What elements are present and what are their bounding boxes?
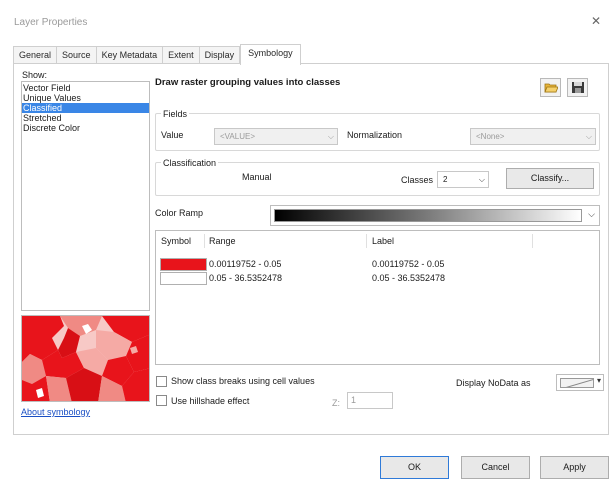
show-item-stretched[interactable]: Stretched: [22, 113, 149, 123]
nodata-color-swatch: [560, 378, 594, 388]
show-class-breaks-checkbox[interactable]: [156, 376, 167, 387]
apply-button[interactable]: Apply: [540, 456, 609, 479]
class-label: 0.05 - 36.5352478: [372, 273, 446, 283]
tab-key-metadata[interactable]: Key Metadata: [96, 46, 164, 64]
column-divider: [366, 234, 367, 248]
hillshade-label: Use hillshade effect: [171, 396, 250, 406]
open-layer-file-button[interactable]: [540, 78, 561, 97]
about-symbology-link[interactable]: About symbology: [21, 407, 90, 417]
color-ramp-label: Color Ramp: [155, 208, 204, 218]
close-icon[interactable]: ✕: [591, 14, 601, 28]
class-row[interactable]: 0.05 - 36.5352478 0.05 - 36.5352478: [160, 272, 590, 285]
column-divider: [532, 234, 533, 248]
show-label: Show:: [22, 70, 48, 80]
color-ramp-select[interactable]: ⌵: [270, 205, 600, 226]
show-item-discrete-color[interactable]: Discrete Color: [22, 123, 149, 133]
class-table: Symbol Range Label 0.00119752 - 0.05 0.0…: [155, 230, 600, 365]
show-item-unique-values[interactable]: Unique Values: [22, 93, 149, 103]
range-column-header[interactable]: Range: [209, 236, 236, 246]
z-factor-value: 1: [351, 395, 357, 405]
chevron-down-icon: ⌵: [478, 175, 485, 184]
window-title: Layer Properties: [14, 17, 88, 28]
title-bar: Layer Properties ✕: [0, 0, 609, 42]
label-column-header[interactable]: Label: [372, 236, 394, 246]
classify-button[interactable]: Classify...: [506, 168, 594, 189]
fields-legend: Fields: [161, 109, 190, 119]
classes-count-value: 2: [443, 175, 448, 184]
tab-general[interactable]: General: [13, 46, 58, 64]
z-factor-input[interactable]: 1: [347, 392, 393, 409]
nodata-color-select[interactable]: ▾: [556, 374, 604, 391]
class-symbol-swatch[interactable]: [160, 258, 207, 271]
tab-symbology[interactable]: Symbology: [240, 44, 301, 65]
classification-legend: Classification: [161, 158, 219, 168]
hillshade-checkbox[interactable]: [156, 395, 167, 406]
column-divider: [204, 234, 205, 248]
class-symbol-swatch[interactable]: [160, 272, 207, 285]
classes-count-select[interactable]: 2 ⌵: [437, 171, 489, 188]
color-ramp-gradient: [274, 209, 582, 222]
class-range: 0.05 - 36.5352478: [209, 273, 283, 283]
show-list: Vector Field Unique Values Classified St…: [21, 81, 150, 311]
chevron-down-icon: ⌵: [588, 209, 595, 219]
normalization-label: Normalization: [347, 130, 403, 140]
ok-button[interactable]: OK: [380, 456, 449, 479]
chevron-down-icon: ⌵: [327, 132, 334, 141]
nodata-label: Display NoData as: [456, 378, 531, 388]
normalization-select[interactable]: <None> ⌵: [470, 128, 596, 145]
chevron-down-icon: ⌵: [585, 132, 592, 141]
tab-source[interactable]: Source: [57, 46, 97, 64]
symbology-panel: Show: Vector Field Unique Values Classif…: [13, 63, 609, 435]
class-row[interactable]: 0.00119752 - 0.05 0.00119752 - 0.05: [160, 258, 590, 271]
page-title: Draw raster grouping values into classes: [155, 77, 341, 88]
classes-label: Classes: [401, 175, 434, 185]
z-factor-label: Z:: [332, 398, 340, 408]
value-label: Value: [161, 130, 184, 140]
class-label: 0.00119752 - 0.05: [372, 259, 445, 269]
layer-properties-dialog: Layer Properties ✕ General Source Key Me…: [0, 0, 609, 483]
tab-extent[interactable]: Extent: [163, 46, 200, 64]
show-item-vector-field[interactable]: Vector Field: [22, 83, 149, 93]
tab-display[interactable]: Display: [199, 46, 241, 64]
value-field-select[interactable]: <VALUE> ⌵: [214, 128, 338, 145]
show-item-classified[interactable]: Classified: [22, 103, 149, 113]
classification-method: Manual: [242, 172, 272, 182]
value-field-selected: <VALUE>: [220, 132, 255, 141]
symbology-preview-image: [21, 315, 150, 402]
symbol-column-header[interactable]: Symbol: [161, 236, 191, 246]
tab-strip: General Source Key Metadata Extent Displ…: [13, 44, 301, 65]
cancel-button[interactable]: Cancel: [461, 456, 530, 479]
save-layer-file-button[interactable]: [567, 78, 588, 97]
show-class-breaks-label: Show class breaks using cell values: [171, 376, 315, 386]
chevron-down-icon: ▾: [596, 376, 601, 385]
normalization-selected: <None>: [476, 132, 505, 141]
class-range: 0.00119752 - 0.05: [209, 259, 282, 269]
